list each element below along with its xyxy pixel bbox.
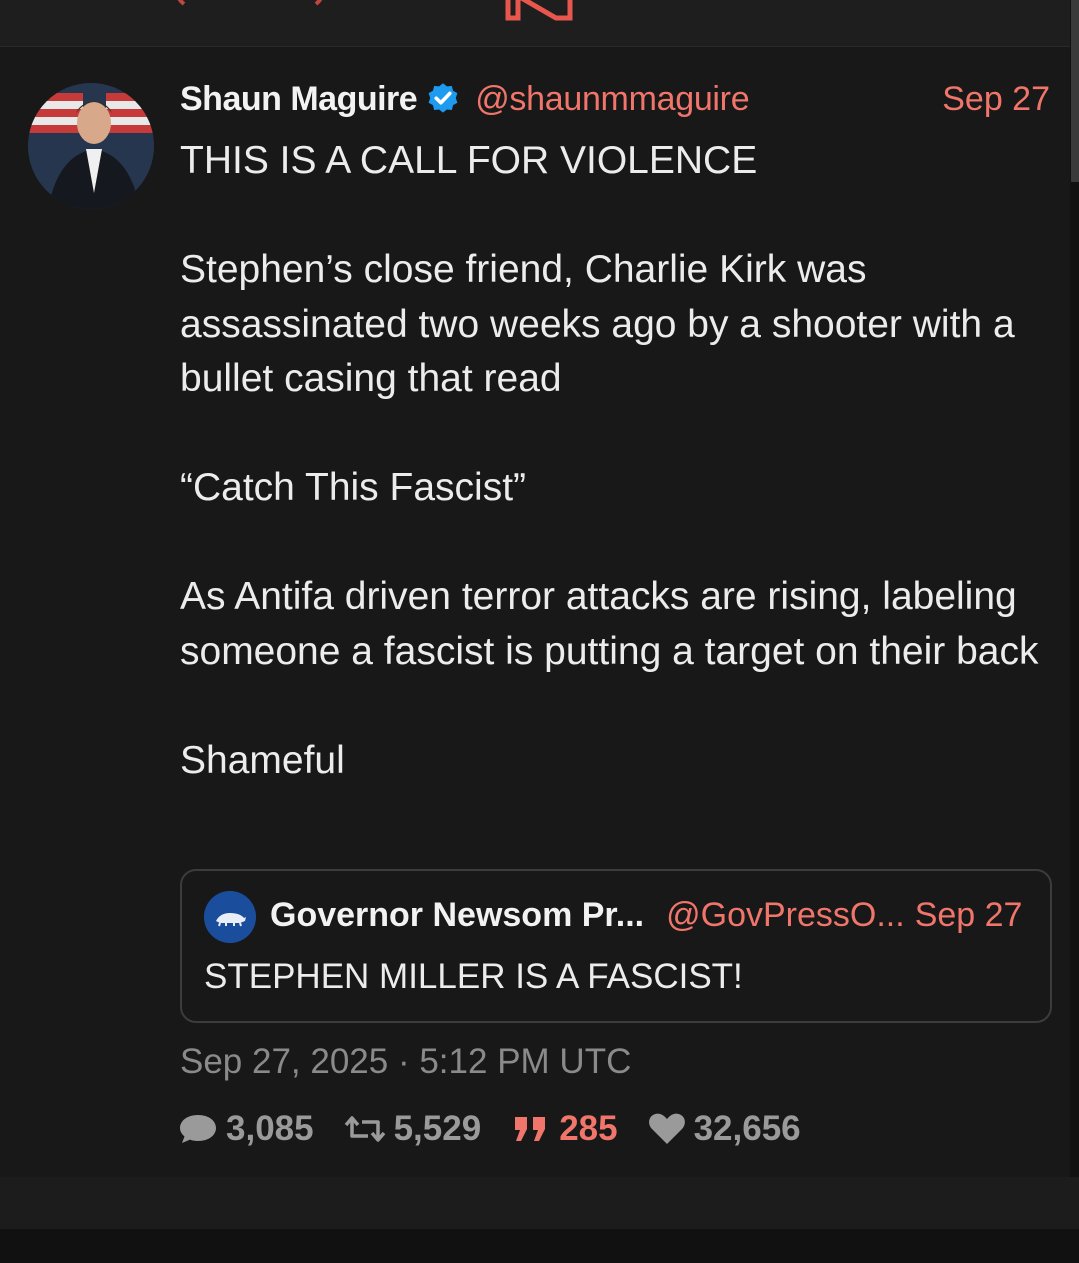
- like-stat[interactable]: 32,656: [648, 1109, 801, 1149]
- tweet-text-line: Shameful: [180, 738, 345, 782]
- tweet: Shaun Maguire @shaunmmaguire Sep 27 THIS…: [0, 47, 1070, 1177]
- reply-count: 3,085: [226, 1109, 314, 1148]
- retweet-count: 5,529: [393, 1109, 482, 1148]
- tweet-header: Shaun Maguire @shaunmmaguire Sep 27: [180, 77, 1050, 121]
- quoted-author-handle[interactable]: @GovPressO...: [666, 896, 905, 935]
- footer-bar: [0, 1177, 1079, 1229]
- heart-icon: [648, 1113, 685, 1144]
- quoted-tweet[interactable]: Governor Newsom Pr... @GovPressO... Sep …: [180, 869, 1052, 1023]
- verified-icon: [428, 83, 458, 113]
- quoted-date[interactable]: Sep 27: [915, 896, 1023, 935]
- quote-stat[interactable]: 285: [511, 1109, 618, 1149]
- tweet-body: THIS IS A CALL FOR VIOLENCE Stephen’s cl…: [180, 134, 1060, 788]
- nitter-logo-icon[interactable]: [500, 0, 580, 22]
- reply-stat[interactable]: 3,085: [178, 1109, 314, 1149]
- tweet-text-line: As Antifa driven terror attacks are risi…: [180, 575, 1039, 673]
- author-name[interactable]: Shaun Maguire: [180, 80, 418, 119]
- tweet-text-line: THIS IS A CALL FOR VIOLENCE: [180, 139, 758, 182]
- reply-icon: [180, 1115, 216, 1143]
- tweet-timestamp[interactable]: Sep 27, 2025 · 5:12 PM UTC: [180, 1042, 631, 1082]
- quoted-header: Governor Newsom Pr... @GovPressO... Sep …: [270, 893, 1040, 937]
- retweet-icon: [344, 1116, 385, 1142]
- top-nav-bar: [0, 0, 1070, 47]
- tweet-date[interactable]: Sep 27: [942, 80, 1050, 119]
- author-handle[interactable]: @shaunmmaguire: [475, 80, 749, 119]
- tweet-text-line: Stephen’s close friend, Charlie Kirk was…: [180, 248, 1015, 400]
- menu-icon[interactable]: [935, 0, 955, 4]
- back-icon[interactable]: [170, 0, 330, 6]
- tweet-text-line: “Catch This Fascist”: [180, 466, 527, 509]
- quoted-text: STEPHEN MILLER IS A FASCIST!: [204, 957, 743, 996]
- avatar[interactable]: [28, 83, 154, 209]
- retweet-stat[interactable]: 5,529: [344, 1109, 482, 1149]
- like-count: 32,656: [693, 1109, 801, 1148]
- quoted-avatar[interactable]: [204, 891, 256, 943]
- quote-count: 285: [559, 1109, 618, 1148]
- scrollbar[interactable]: [1071, 0, 1079, 182]
- quoted-author-name[interactable]: Governor Newsom Pr...: [270, 896, 644, 935]
- tweet-stats: 3,085 5,529 285 32,656: [178, 1105, 831, 1153]
- quote-icon: [515, 1117, 546, 1141]
